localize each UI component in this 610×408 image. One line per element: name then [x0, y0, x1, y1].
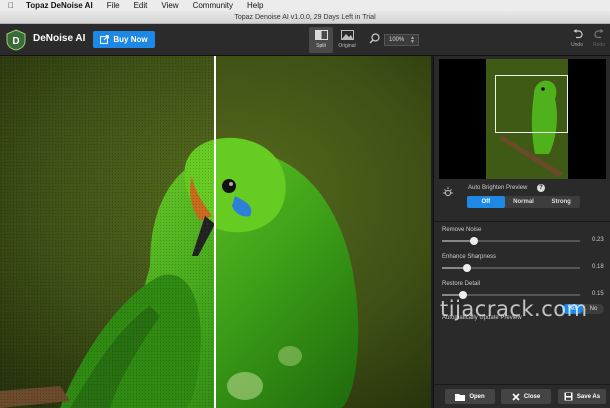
auto-brighten-segmented-control: Off Normal Strong: [467, 196, 580, 208]
help-icon[interactable]: ?: [537, 184, 545, 192]
remove-noise-slider: Remove Noise 0.23: [442, 227, 607, 245]
navigator-preview[interactable]: [439, 59, 606, 179]
remove-noise-value: 0.23: [592, 237, 604, 243]
save-as-label: Save As: [576, 393, 601, 400]
image-viewer[interactable]: [0, 56, 431, 408]
buy-now-button[interactable]: Buy Now: [93, 31, 155, 48]
folder-icon: [455, 393, 466, 401]
undo-label: Undo: [571, 42, 583, 48]
external-link-icon: [100, 35, 110, 44]
open-button[interactable]: Open: [445, 389, 495, 404]
enhance-sharpness-value: 0.18: [592, 264, 604, 270]
remove-noise-label: Remove Noise: [442, 227, 482, 233]
close-label: Close: [523, 393, 541, 400]
restore-detail-slider: Restore Detail 0.15: [442, 281, 607, 299]
zoom-icon[interactable]: [369, 33, 380, 44]
brighten-option-off[interactable]: Off: [467, 196, 505, 208]
open-label: Open: [469, 393, 485, 400]
restore-detail-label: Restore Detail: [442, 281, 481, 287]
toolbar: D DeNoise AI Buy Now Split Original 100%…: [0, 24, 610, 56]
remove-noise-knob[interactable]: [469, 237, 478, 245]
close-icon: [512, 392, 520, 401]
brighten-option-strong[interactable]: Strong: [542, 196, 580, 208]
undo-icon: [573, 29, 583, 39]
noise-overlay: [0, 56, 214, 408]
settings-panel: Auto Brighten Preview ? Off Normal Stron…: [433, 56, 610, 408]
sun-icon: [443, 187, 453, 196]
close-button[interactable]: Close: [501, 389, 551, 404]
panel-actions: Open Close Save As: [434, 384, 610, 408]
remove-noise-track[interactable]: [442, 237, 580, 245]
redo-icon: [593, 29, 603, 39]
sliders-section: Remove Noise 0.23 Enhance Sharpness 0.18…: [434, 221, 610, 299]
split-view-icon: [314, 30, 328, 40]
menu-bar:  Topaz DeNoise AI File Edit View Commun…: [0, 0, 610, 11]
original-view-button[interactable]: Original: [335, 27, 359, 53]
menu-help[interactable]: Help: [247, 1, 263, 10]
stepper-arrows-icon: ▲ ▼: [410, 35, 415, 45]
svg-text:D: D: [12, 36, 19, 47]
app-title: DeNoise AI: [33, 33, 86, 44]
split-divider[interactable]: [214, 56, 216, 408]
restore-detail-value: 0.15: [592, 291, 604, 297]
restore-detail-track[interactable]: [442, 291, 580, 299]
menu-community[interactable]: Community: [193, 1, 233, 10]
watermark-text: tijacrack.com: [440, 297, 588, 321]
original-label: Original: [338, 43, 356, 49]
menu-app-name[interactable]: Topaz DeNoise AI: [26, 1, 93, 10]
image-icon: [340, 30, 354, 40]
menu-file[interactable]: File: [107, 1, 120, 10]
zoom-select[interactable]: 100% ▲ ▼: [384, 34, 419, 46]
menu-view[interactable]: View: [161, 1, 178, 10]
window-title: Topaz Denoise AI v1.0.0, 29 Days Left in…: [0, 11, 610, 24]
split-view-button[interactable]: Split: [309, 27, 333, 53]
navigator-viewport-frame[interactable]: [495, 75, 568, 133]
buy-now-label: Buy Now: [113, 35, 148, 44]
enhance-sharpness-knob[interactable]: [462, 264, 471, 272]
remove-noise-fill: [442, 240, 474, 242]
auto-brighten-label: Auto Brighten Preview: [468, 185, 528, 191]
enhance-sharpness-slider: Enhance Sharpness 0.18: [442, 254, 607, 272]
enhance-sharpness-label: Enhance Sharpness: [442, 254, 497, 260]
denoise-logo-icon: D: [6, 29, 26, 51]
apple-menu-icon[interactable]: : [8, 1, 14, 10]
brighten-option-normal[interactable]: Normal: [505, 196, 543, 208]
enhance-sharpness-track[interactable]: [442, 264, 580, 272]
save-as-button[interactable]: Save As: [558, 389, 606, 404]
split-label: Split: [316, 43, 326, 49]
menu-edit[interactable]: Edit: [134, 1, 148, 10]
save-icon: [564, 392, 573, 401]
redo-button[interactable]: Redo: [588, 29, 610, 53]
undo-button[interactable]: Undo: [566, 29, 588, 53]
zoom-value: 100%: [389, 37, 405, 43]
redo-label: Redo: [593, 42, 605, 48]
